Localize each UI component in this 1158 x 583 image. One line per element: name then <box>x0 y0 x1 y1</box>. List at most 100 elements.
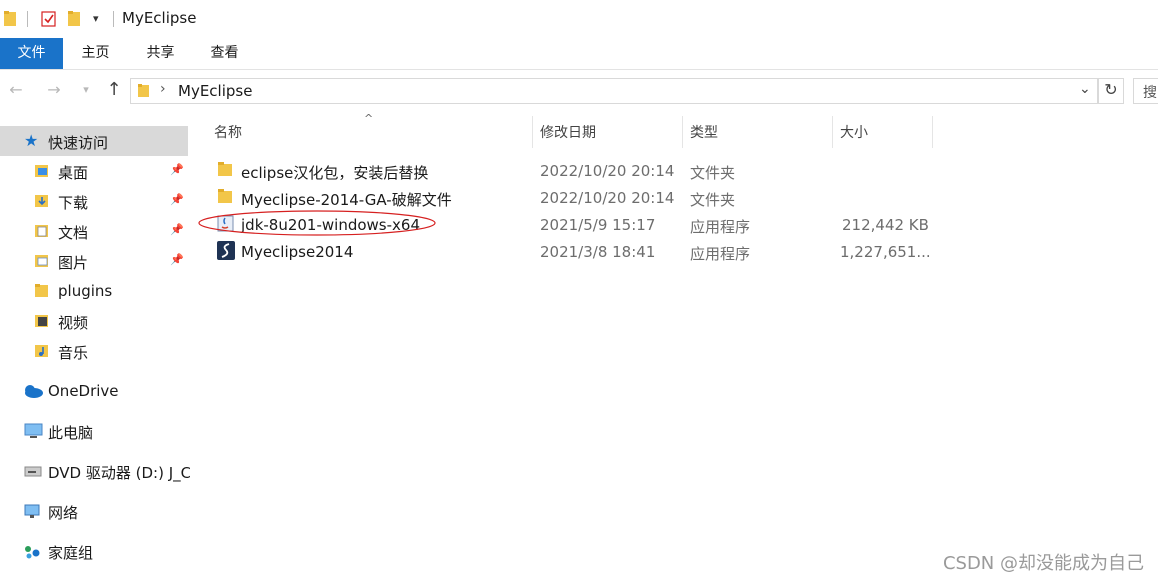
computer-icon <box>24 423 43 438</box>
window-title: MyEclipse <box>122 9 197 27</box>
sidebar-item-quick-access[interactable]: ★ 快速访问 <box>0 126 188 156</box>
navigation-pane: ★ 快速访问 桌面 📌 下载 📌 文档 📌 图片 📌 plugins 视频 音乐… <box>0 110 191 583</box>
pin-icon[interactable]: 📌 <box>170 223 184 237</box>
file-type: 应用程序 <box>690 245 751 263</box>
file-name: Myeclipse2014 <box>241 243 354 261</box>
myeclipse-app-icon <box>217 241 235 260</box>
column-header-name[interactable]: 名称 <box>214 122 242 142</box>
file-row[interactable]: Myeclipse2014 2021/3/8 18:41 应用程序 1,227,… <box>210 238 950 265</box>
address-dropdown-icon[interactable]: ⌄ <box>1079 81 1091 97</box>
sidebar-item-homegroup[interactable]: 家庭组 <box>0 536 188 566</box>
sidebar-item-label: 文档 <box>58 224 89 242</box>
videos-folder-icon <box>35 315 48 327</box>
ribbon-tabs: 文件 主页 共享 查看 <box>0 38 1158 70</box>
column-header-type[interactable]: 类型 <box>690 122 718 142</box>
file-modified: 2021/5/9 15:17 <box>540 216 656 234</box>
annotation-ellipse <box>198 210 436 236</box>
sidebar-item-music[interactable]: 音乐 <box>0 336 188 366</box>
sort-ascending-icon: ^ <box>364 112 374 125</box>
forward-arrow-icon[interactable]: → <box>44 80 64 100</box>
sidebar-item-label: DVD 驱动器 (D:) J_CC <box>48 464 191 482</box>
file-modified: 2022/10/20 20:14 <box>540 189 675 207</box>
file-list: ^ 名称 修改日期 类型 大小 eclipse汉化包，安装后替换 2022/10… <box>190 110 1158 583</box>
sidebar-item-label: 网络 <box>48 504 79 522</box>
sidebar-item-videos[interactable]: 视频 <box>0 306 188 336</box>
tab-file[interactable]: 文件 <box>0 38 63 69</box>
folder-icon <box>218 189 232 203</box>
file-type: 应用程序 <box>690 218 751 236</box>
file-name: eclipse汉化包，安装后替换 <box>241 164 429 182</box>
sidebar-item-desktop[interactable]: 桌面 📌 <box>0 156 188 186</box>
breadcrumb-myeclipse[interactable]: MyEclipse <box>178 82 252 100</box>
address-bar[interactable]: › MyEclipse ⌄ <box>130 78 1098 104</box>
folder-icon <box>218 162 232 176</box>
title-bar: ▾ MyEclipse <box>0 0 1158 38</box>
title-divider-2 <box>113 11 114 27</box>
title-divider <box>27 11 28 27</box>
sidebar-item-label: 视频 <box>58 314 89 332</box>
watermark: CSDN @却没能成为自己 <box>942 553 1144 574</box>
file-row[interactable]: Myeclipse-2014-GA-破解文件 2022/10/20 20:14 … <box>210 184 950 211</box>
folder-icon <box>4 11 16 26</box>
pictures-folder-icon <box>35 255 48 267</box>
refresh-icon[interactable]: ↻ <box>1098 78 1124 104</box>
sidebar-item-label: 图片 <box>58 254 89 272</box>
sidebar-item-label: 此电脑 <box>48 424 94 442</box>
sidebar-item-label: OneDrive <box>48 382 119 400</box>
new-folder-icon[interactable] <box>68 11 82 27</box>
folder-icon <box>35 284 48 297</box>
dvd-drive-icon <box>24 466 42 477</box>
desktop-folder-icon <box>35 165 48 177</box>
column-divider[interactable] <box>532 116 533 148</box>
documents-folder-icon <box>35 225 48 237</box>
download-folder-icon <box>35 195 48 207</box>
sidebar-item-label: 快速访问 <box>48 134 109 152</box>
sidebar-item-label: plugins <box>58 282 113 300</box>
file-modified: 2021/3/8 18:41 <box>540 243 656 261</box>
sidebar-item-downloads[interactable]: 下载 📌 <box>0 186 188 216</box>
pin-icon[interactable]: 📌 <box>170 163 184 177</box>
column-header-size[interactable]: 大小 <box>840 122 868 142</box>
folder-icon <box>138 84 149 97</box>
column-divider[interactable] <box>682 116 683 148</box>
up-arrow-icon[interactable]: ↑ <box>104 80 124 100</box>
file-type: 文件夹 <box>690 191 736 209</box>
file-size: 212,442 KB <box>842 216 929 234</box>
column-header-modified[interactable]: 修改日期 <box>540 122 596 142</box>
qat-dropdown-icon[interactable]: ▾ <box>93 12 99 25</box>
breadcrumb-chevron-icon: › <box>160 81 166 97</box>
search-placeholder: 搜 <box>1143 85 1157 101</box>
sidebar-item-this-pc[interactable]: 此电脑 <box>0 416 188 446</box>
address-row: ← → ▾ ↑ › MyEclipse ⌄ ↻ 搜 <box>0 70 1158 110</box>
search-input[interactable]: 搜 <box>1133 78 1158 104</box>
music-folder-icon <box>35 345 48 357</box>
sidebar-item-label: 音乐 <box>58 344 89 362</box>
sidebar-item-plugins[interactable]: plugins <box>0 276 188 306</box>
network-icon <box>24 504 40 518</box>
column-divider[interactable] <box>832 116 833 148</box>
sidebar-item-label: 下载 <box>58 194 89 212</box>
file-type: 文件夹 <box>690 164 736 182</box>
back-arrow-icon[interactable]: ← <box>6 80 26 100</box>
pin-icon[interactable]: 📌 <box>170 253 184 267</box>
sidebar-item-dvd-drive[interactable]: DVD 驱动器 (D:) J_CC <box>0 456 191 486</box>
star-icon: ★ <box>24 131 39 150</box>
file-modified: 2022/10/20 20:14 <box>540 162 675 180</box>
homegroup-icon <box>25 546 40 559</box>
recent-locations-chevron-icon[interactable]: ▾ <box>76 80 96 100</box>
sidebar-item-documents[interactable]: 文档 📌 <box>0 216 188 246</box>
sidebar-item-pictures[interactable]: 图片 📌 <box>0 246 188 276</box>
column-divider[interactable] <box>932 116 933 148</box>
file-row[interactable]: eclipse汉化包，安装后替换 2022/10/20 20:14 文件夹 <box>210 157 950 184</box>
sidebar-item-label: 桌面 <box>58 164 89 182</box>
sidebar-item-onedrive[interactable]: OneDrive <box>0 376 188 406</box>
file-name: Myeclipse-2014-GA-破解文件 <box>241 191 452 209</box>
tab-home[interactable]: 主页 <box>68 38 123 69</box>
sidebar-item-label: 家庭组 <box>48 544 94 562</box>
file-size: 1,227,651... <box>840 243 931 261</box>
properties-icon[interactable] <box>41 10 57 27</box>
tab-share[interactable]: 共享 <box>133 38 188 69</box>
tab-view[interactable]: 查看 <box>197 38 252 69</box>
sidebar-item-network[interactable]: 网络 <box>0 496 188 526</box>
pin-icon[interactable]: 📌 <box>170 193 184 207</box>
